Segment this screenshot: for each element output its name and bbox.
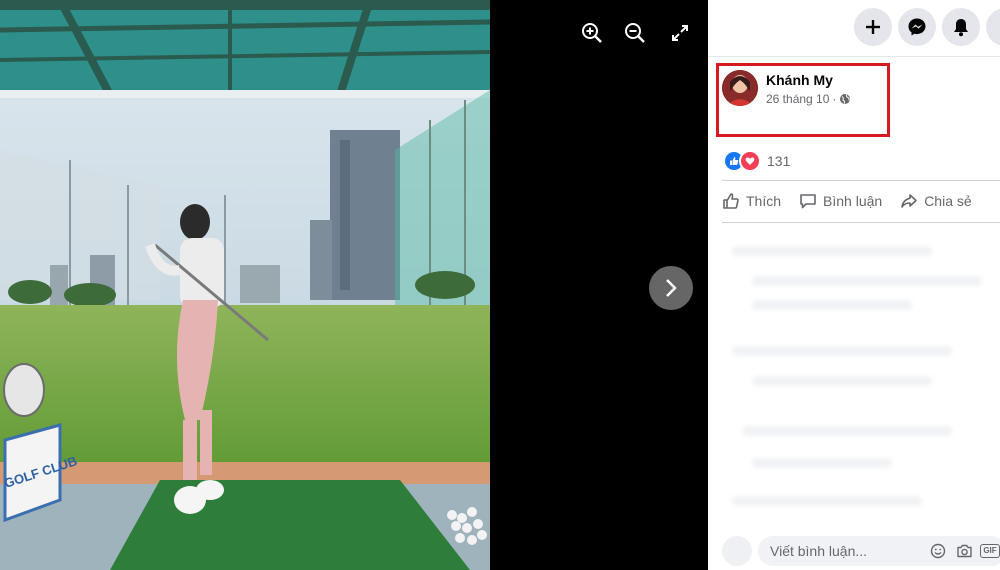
messenger-icon — [908, 18, 926, 36]
comment-composer: GIF — [722, 532, 1000, 568]
gif-label: GIF — [980, 544, 1000, 558]
bell-icon — [954, 19, 968, 37]
camera-icon[interactable] — [955, 542, 973, 560]
notifications-button[interactable] — [942, 8, 980, 46]
avatar — [722, 536, 752, 566]
photo-viewer: GOLF CLUB — [0, 0, 708, 570]
emoji-icon[interactable] — [929, 542, 947, 560]
top-bar — [708, 0, 1000, 57]
chevron-right-icon — [666, 279, 677, 297]
post-photo[interactable]: GOLF CLUB — [0, 0, 490, 570]
divider — [722, 222, 1000, 223]
plus-icon — [866, 20, 880, 34]
post-author-header: Khánh My 26 tháng 10 · — [716, 63, 952, 137]
share-button[interactable]: Chia sẻ — [900, 192, 972, 210]
meta-separator: · — [832, 92, 837, 106]
post-actions: Thích Bình luận Chia sẻ — [722, 186, 1000, 216]
reaction-summary[interactable]: 131 — [723, 150, 790, 172]
golf-range-photo: GOLF CLUB — [0, 0, 490, 570]
author-name[interactable]: Khánh My — [766, 72, 833, 88]
comment-icon — [800, 194, 816, 209]
gif-icon[interactable]: GIF — [980, 542, 1000, 560]
post-side-panel: Khánh My 26 tháng 10 · 131 Thích Bình lu… — [708, 0, 1000, 570]
like-label: Thích — [746, 193, 782, 209]
comment-button[interactable]: Bình luận — [799, 192, 882, 210]
thumbs-up-icon — [723, 193, 739, 209]
post-date[interactable]: 26 tháng 10 — [766, 92, 829, 106]
globe-icon — [840, 94, 851, 104]
next-photo-button[interactable] — [649, 266, 693, 310]
blurred-comments — [722, 236, 986, 526]
zoom-out-icon[interactable] — [622, 20, 648, 46]
post-meta: 26 tháng 10 · — [766, 92, 851, 106]
zoom-in-icon[interactable] — [579, 20, 605, 46]
share-icon — [901, 194, 917, 208]
share-label: Chia sẻ — [924, 193, 972, 209]
create-button[interactable] — [854, 8, 892, 46]
divider — [722, 180, 1000, 181]
love-reaction-icon — [739, 150, 761, 172]
reaction-count: 131 — [767, 153, 791, 169]
expand-icon[interactable] — [667, 20, 693, 46]
avatar[interactable] — [722, 70, 758, 106]
messenger-button[interactable] — [898, 8, 936, 46]
comment-label: Bình luận — [823, 193, 883, 209]
like-button[interactable]: Thích — [722, 192, 781, 210]
account-button[interactable] — [986, 8, 1000, 46]
